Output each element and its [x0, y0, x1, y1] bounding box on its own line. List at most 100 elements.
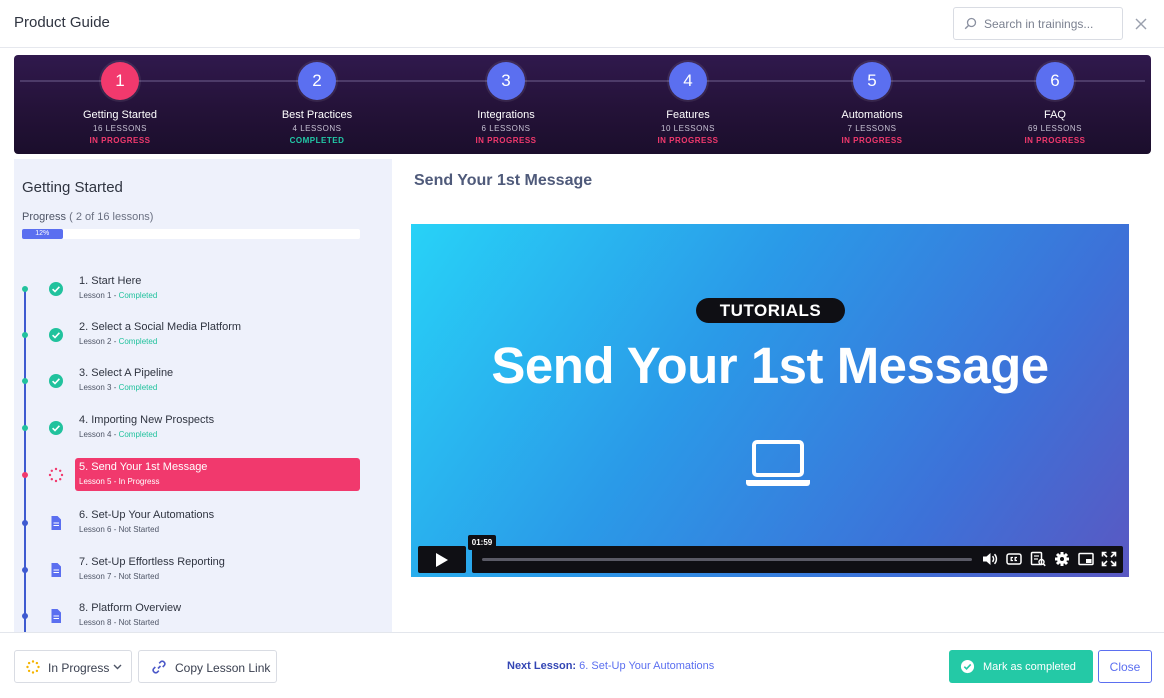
step-number: 1 — [101, 62, 139, 100]
lesson-title: 8. Platform Overview — [79, 602, 182, 614]
lesson-number: Lesson 8 - — [79, 618, 119, 627]
lesson-item-4[interactable]: 4. Importing New Prospects Lesson 4 - Co… — [14, 411, 392, 447]
lesson-subtitle: Lesson 2 - Completed — [79, 337, 157, 346]
status-dropdown-label: In Progress — [48, 661, 110, 675]
lesson-title: 2. Select a Social Media Platform — [79, 321, 242, 333]
status-dropdown[interactable]: In Progress — [14, 650, 132, 683]
step-title: Getting Started — [83, 109, 157, 121]
step-status: IN PROGRESS — [657, 136, 719, 145]
check-circle-icon — [49, 374, 63, 388]
step-title: Features — [666, 109, 710, 121]
check-circle-icon — [960, 659, 975, 674]
lesson-number: Lesson 5 - — [79, 477, 119, 486]
timeline-dot — [22, 613, 28, 619]
lesson-subtitle: Lesson 3 - Completed — [79, 383, 157, 392]
lesson-number: Lesson 7 - — [79, 572, 119, 581]
step-title: Automations — [841, 109, 903, 121]
check-circle-icon — [49, 328, 63, 342]
step-number: 3 — [487, 62, 525, 100]
lesson-subtitle: Lesson 4 - Completed — [79, 430, 157, 439]
play-button[interactable] — [418, 546, 466, 573]
chevron-down-icon — [113, 664, 122, 670]
lesson-subtitle: Lesson 1 - Completed — [79, 291, 157, 300]
transcript-icon[interactable] — [1030, 551, 1046, 567]
mark-as-completed-label: Mark as completed — [983, 661, 1076, 673]
step-automations[interactable]: 5 Automations 7 LESSONS IN PROGRESS — [792, 62, 952, 145]
search-input[interactable] — [984, 15, 1114, 33]
lesson-item-6[interactable]: 6. Set-Up Your Automations Lesson 6 - No… — [14, 506, 392, 542]
mark-as-completed-button[interactable]: Mark as completed — [949, 650, 1093, 683]
lesson-item-8[interactable]: 8. Platform Overview Lesson 8 - Not Star… — [14, 599, 392, 633]
check-circle-icon — [49, 421, 63, 435]
module-stepper: 1 Getting Started 16 LESSONS IN PROGRESS… — [14, 55, 1151, 154]
video-player[interactable]: TUTORIALS Send Your 1st Message 01:59 — [411, 224, 1129, 577]
close-icon[interactable] — [1133, 16, 1149, 32]
timeline-dot — [22, 378, 28, 384]
picture-in-picture-icon[interactable] — [1078, 551, 1094, 567]
step-title: Integrations — [477, 109, 535, 121]
lesson-subtitle: Lesson 8 - Not Started — [79, 618, 159, 627]
lesson-number: Lesson 4 - — [79, 430, 119, 439]
step-number: 6 — [1036, 62, 1074, 100]
next-lesson-link[interactable]: Next Lesson: 6. Set-Up Your Automations — [507, 660, 714, 672]
app-title: Product Guide — [14, 14, 110, 31]
spinner-icon — [26, 660, 40, 674]
timeline-dot — [22, 567, 28, 573]
step-status: IN PROGRESS — [475, 136, 537, 145]
captions-icon[interactable] — [1006, 551, 1022, 567]
step-status: COMPLETED — [289, 136, 345, 145]
lesson-title: 4. Importing New Prospects — [79, 414, 215, 426]
lesson-item-2[interactable]: 2. Select a Social Media Platform Lesson… — [14, 318, 392, 354]
lesson-title: 3. Select A Pipeline — [79, 367, 174, 379]
step-features[interactable]: 4 Features 10 LESSONS IN PROGRESS — [608, 62, 768, 145]
fullscreen-icon[interactable] — [1101, 551, 1117, 567]
lesson-status: Completed — [118, 430, 158, 439]
play-icon — [436, 553, 448, 567]
video-badge: TUTORIALS — [696, 298, 845, 323]
lesson-title: 6. Set-Up Your Automations — [79, 509, 215, 521]
step-lesson-count: 7 LESSONS — [847, 124, 897, 133]
lesson-status: Completed — [118, 291, 158, 300]
settings-gear-icon[interactable] — [1054, 551, 1070, 567]
step-getting-started[interactable]: 1 Getting Started 16 LESSONS IN PROGRESS — [40, 62, 200, 145]
volume-icon[interactable] — [982, 551, 998, 567]
lesson-title: 5. Send Your 1st Message — [79, 461, 208, 473]
timeline-dot — [22, 472, 28, 478]
video-seek-bar[interactable] — [482, 558, 972, 561]
step-lesson-count: 10 LESSONS — [661, 124, 715, 133]
search-box[interactable] — [953, 7, 1123, 40]
timeline-dot — [22, 520, 28, 526]
document-icon — [51, 609, 61, 623]
step-number: 4 — [669, 62, 707, 100]
step-lesson-count: 69 LESSONS — [1028, 124, 1082, 133]
copy-lesson-link-button[interactable]: Copy Lesson Link — [138, 650, 277, 683]
close-button[interactable]: Close — [1098, 650, 1152, 683]
step-best-practices[interactable]: 2 Best Practices 4 LESSONS COMPLETED — [237, 62, 397, 145]
next-lesson-title: 6. Set-Up Your Automations — [579, 660, 715, 672]
lesson-item-1[interactable]: 1. Start Here Lesson 1 - Completed — [14, 272, 392, 308]
step-title: Best Practices — [281, 109, 353, 121]
lesson-item-3[interactable]: 3. Select A Pipeline Lesson 3 - Complete… — [14, 364, 392, 400]
lesson-status: Not Started — [118, 618, 160, 627]
lesson-title: 1. Start Here — [79, 275, 142, 287]
section-title: Getting Started — [22, 179, 123, 196]
document-icon — [51, 563, 61, 577]
spinner-icon — [48, 467, 64, 483]
step-status: IN PROGRESS — [1024, 136, 1086, 145]
lesson-item-7[interactable]: 7. Set-Up Effortless Reporting Lesson 7 … — [14, 553, 392, 589]
lesson-status: Completed — [118, 383, 158, 392]
header: Product Guide — [0, 0, 1164, 48]
step-title: FAQ — [1043, 109, 1066, 121]
step-faq[interactable]: 6 FAQ 69 LESSONS IN PROGRESS — [975, 62, 1135, 145]
step-lesson-count: 16 LESSONS — [93, 124, 147, 133]
video-headline: Send Your 1st Message — [491, 337, 1049, 394]
footer: In Progress Copy Lesson Link Next Lesson… — [0, 632, 1164, 698]
progress-bar-fill: 12% — [22, 229, 63, 239]
lesson-item-5[interactable]: 5. Send Your 1st Message Lesson 5 - In P… — [14, 458, 392, 494]
lesson-subtitle: Lesson 6 - Not Started — [79, 525, 159, 534]
step-integrations[interactable]: 3 Integrations 6 LESSONS IN PROGRESS — [426, 62, 586, 145]
lesson-subtitle: Lesson 7 - Not Started — [79, 572, 159, 581]
lesson-status: Not Started — [118, 525, 160, 534]
lesson-heading: Send Your 1st Message — [414, 172, 593, 189]
link-icon — [152, 660, 166, 674]
